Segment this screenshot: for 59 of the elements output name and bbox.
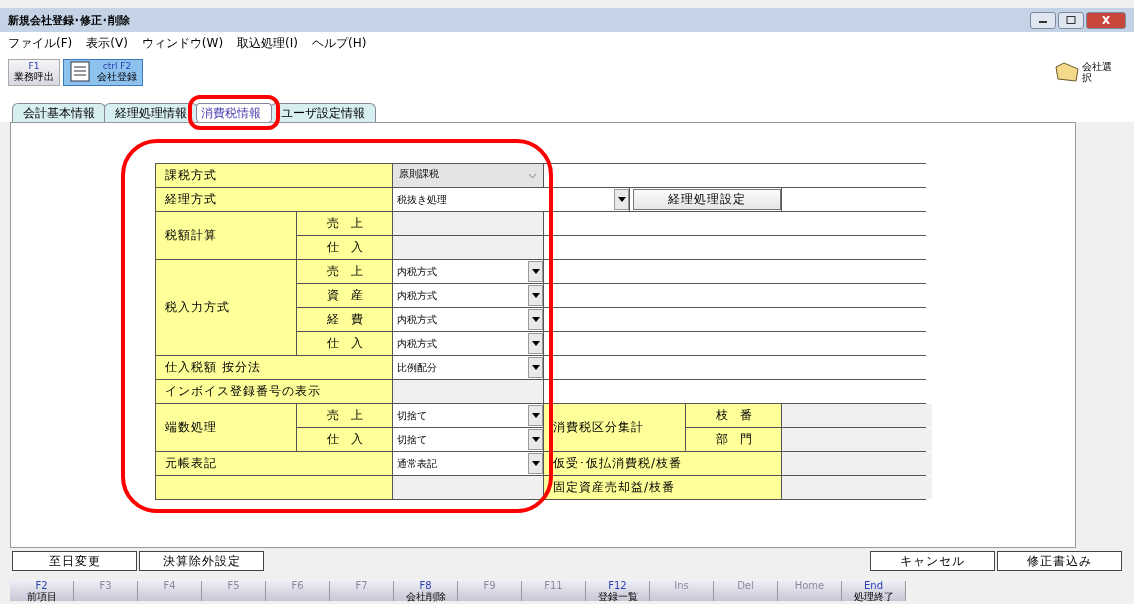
field-label: 売 上 bbox=[297, 260, 392, 283]
company-select-button[interactable]: 会社選択 bbox=[1054, 61, 1116, 83]
field-label: 元帳表記 bbox=[156, 452, 392, 475]
field-label: 仮受･仮払消費税/枝番 bbox=[544, 452, 781, 475]
toolbar-button[interactable]: ctrl F2 会社登録 bbox=[63, 58, 143, 86]
tab[interactable]: ユーザ設定情報 bbox=[270, 103, 376, 122]
field-label: 売 上 bbox=[297, 212, 392, 235]
menu-item[interactable]: ウィンドウ(W) bbox=[141, 35, 224, 52]
action-button[interactable]: キャンセル bbox=[870, 551, 995, 571]
field-label: 経理方式 bbox=[156, 188, 392, 211]
menu-item[interactable]: 取込処理(I) bbox=[237, 35, 298, 52]
action-button[interactable]: 至日変更 bbox=[12, 551, 137, 571]
field-label: 枝 番 bbox=[686, 404, 781, 427]
dropdown[interactable]: 内税方式 bbox=[393, 284, 543, 307]
maximize-button[interactable] bbox=[1058, 11, 1084, 29]
field-label: 仕 入 bbox=[297, 332, 392, 355]
field-label: 経 費 bbox=[297, 308, 392, 331]
action-button[interactable]: 修正書込み bbox=[997, 551, 1122, 571]
close-icon bbox=[1101, 16, 1111, 24]
toolbar-button[interactable]: F1 業務呼出 bbox=[8, 58, 60, 86]
dropdown[interactable]: 切捨て bbox=[393, 428, 543, 451]
field-label: 売 上 bbox=[297, 404, 392, 427]
field-label: 仕 入 bbox=[297, 236, 392, 259]
action-button[interactable]: 決算除外設定 bbox=[139, 551, 264, 571]
tab[interactable]: 経理処理情報 bbox=[104, 103, 198, 122]
dropdown[interactable]: 内税方式 bbox=[393, 260, 543, 283]
field-label: 課税方式 bbox=[156, 164, 392, 187]
function-key[interactable]: F12 登録一覧 bbox=[586, 581, 650, 601]
dropdown[interactable]: 内税方式 bbox=[393, 332, 543, 355]
field-label: 仕 入 bbox=[297, 428, 392, 451]
chevron-icon bbox=[528, 173, 537, 179]
maximize-icon bbox=[1066, 16, 1076, 24]
field-label: 資 産 bbox=[297, 284, 392, 307]
dropdown[interactable]: 比例配分 bbox=[393, 356, 543, 379]
close-button[interactable] bbox=[1086, 11, 1126, 29]
dropdown[interactable]: 切捨て bbox=[393, 404, 543, 427]
function-key[interactable]: F8 会社削除 bbox=[394, 581, 458, 601]
settings-button[interactable]: 経理処理設定 bbox=[633, 189, 781, 210]
field-label: 固定資産売却益/枝番 bbox=[544, 476, 781, 499]
window-title: 新規会社登録･修正･削除 bbox=[8, 12, 130, 28]
dropdown[interactable]: 通常表記 bbox=[393, 452, 543, 475]
menu-item[interactable]: ヘルプ(H) bbox=[312, 35, 367, 52]
field-label: 仕入税額 按分法 bbox=[156, 356, 392, 379]
dropdown[interactable]: 原則課税 bbox=[393, 164, 543, 187]
menu-item[interactable]: ファイル(F) bbox=[8, 35, 73, 52]
dropdown[interactable]: 内税方式 bbox=[393, 308, 543, 331]
field-label: インボイス登録番号の表示 bbox=[156, 380, 392, 403]
dropdown[interactable]: 税抜き処理 bbox=[393, 188, 629, 211]
field-label: 税入力方式 bbox=[156, 260, 296, 355]
field-label: 税額計算 bbox=[156, 212, 296, 259]
minimize-button[interactable] bbox=[1030, 11, 1056, 29]
field-label: 端数処理 bbox=[156, 404, 296, 451]
document-icon bbox=[69, 61, 93, 83]
menu-item[interactable]: 表示(V) bbox=[86, 35, 128, 52]
field-label: 消費税区分集計 bbox=[544, 404, 685, 451]
tab[interactable]: 会計基本情報 bbox=[12, 103, 106, 122]
field-label: 部 門 bbox=[686, 428, 781, 451]
function-key[interactable]: End 処理終了 bbox=[842, 581, 906, 601]
function-key[interactable]: F2 前項目 bbox=[10, 581, 74, 601]
